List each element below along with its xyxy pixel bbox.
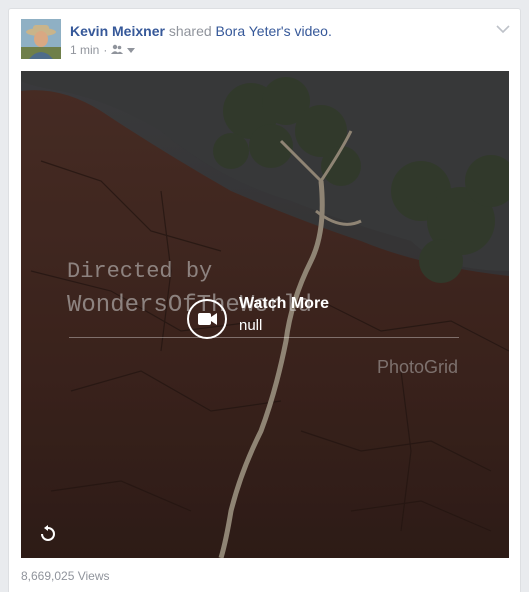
- post-header: Kevin Meixner shared Bora Yeter's video.: [70, 23, 332, 39]
- timestamp-link[interactable]: 1 min: [70, 43, 99, 57]
- audience-chevron-icon[interactable]: [127, 43, 136, 57]
- shared-text: shared: [168, 23, 212, 39]
- author-name-link[interactable]: Kevin Meixner: [70, 23, 165, 39]
- watermark-app: PhotoGrid: [377, 357, 458, 377]
- avatar-image: [21, 19, 61, 59]
- source-suffix[interactable]: 's video.: [281, 23, 332, 39]
- post-meta: 1 min ·: [70, 43, 136, 57]
- video-frame: Directed by WondersOfTheWorld PhotoGrid: [21, 71, 509, 558]
- overlay-divider: [69, 337, 459, 338]
- source-name-link[interactable]: Bora Yeter: [216, 23, 281, 39]
- view-count: 8,669,025 Views: [21, 569, 110, 583]
- watermark-line1: Directed by: [67, 259, 212, 284]
- meta-separator: ·: [103, 43, 108, 57]
- feed-post-card: Kevin Meixner shared Bora Yeter's video.…: [8, 8, 521, 592]
- friends-icon[interactable]: [111, 43, 124, 57]
- video-camera-icon[interactable]: [187, 299, 227, 339]
- chevron-down-icon[interactable]: [496, 21, 510, 34]
- watch-more-subtitle[interactable]: null: [239, 317, 262, 334]
- video-player[interactable]: Directed by WondersOfTheWorld PhotoGrid …: [21, 71, 509, 558]
- author-avatar[interactable]: [21, 19, 61, 59]
- replay-icon[interactable]: [39, 525, 57, 543]
- watch-more-title[interactable]: Watch More: [239, 295, 329, 313]
